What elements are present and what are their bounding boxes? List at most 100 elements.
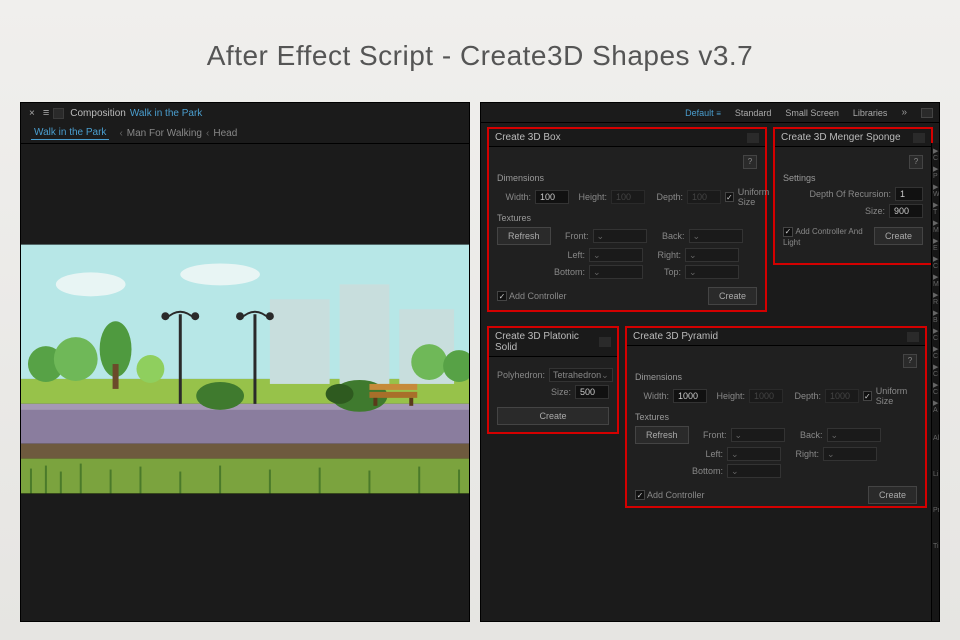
back-dropdown[interactable] <box>827 428 881 442</box>
breadcrumb-item[interactable]: Walk in the Park <box>31 126 109 140</box>
collapsed-panel-tab[interactable]: ▶ E <box>932 233 939 251</box>
bottom-dropdown[interactable] <box>727 464 781 478</box>
help-button[interactable]: ? <box>743 155 757 169</box>
collapsed-panel-tab[interactable] <box>932 449 939 467</box>
bottom-label: Bottom: <box>551 267 585 277</box>
panel-menu-icon[interactable]: ≡ <box>43 107 49 119</box>
collapsed-panel-tab[interactable]: ▶ C <box>932 251 939 269</box>
composition-label: Composition <box>70 108 126 119</box>
help-button[interactable]: ? <box>909 155 923 169</box>
collapsed-panel-tab[interactable] <box>932 485 939 503</box>
uniform-size-checkbox[interactable] <box>725 192 734 202</box>
workspace-overflow-icon[interactable]: » <box>901 107 907 118</box>
right-label: Right: <box>785 449 819 459</box>
depth-input <box>825 389 859 403</box>
collapsed-panel-tab[interactable] <box>932 413 939 431</box>
size-label: Size: <box>865 206 885 216</box>
panel-menu-icon[interactable] <box>747 133 759 143</box>
script-panels: Default ≡ Standard Small Screen Librarie… <box>480 102 940 622</box>
composition-name[interactable]: Walk in the Park <box>130 108 202 119</box>
chevron-left-icon: ‹ <box>119 128 122 139</box>
composition-header: × ≡ Composition Walk in the Park <box>21 103 469 123</box>
back-dropdown[interactable] <box>689 229 743 243</box>
help-button[interactable]: ? <box>903 354 917 368</box>
panel-title: Create 3D Box <box>495 132 561 143</box>
top-dropdown[interactable] <box>685 265 739 279</box>
uniform-size-checkbox[interactable] <box>863 391 872 401</box>
collapsed-panel-tab[interactable]: ▶ R <box>932 287 939 305</box>
workspace-tab-libraries[interactable]: Libraries <box>853 108 888 118</box>
search-icon[interactable] <box>921 108 933 118</box>
collapsed-panel-tab[interactable]: ▶ P <box>932 161 939 179</box>
create-3d-menger-panel: Create 3D Menger Sponge ? Settings Depth… <box>773 127 933 265</box>
add-controller-checkbox[interactable] <box>497 291 507 301</box>
collapsed-panel-tab[interactable]: ▶ A <box>932 395 939 413</box>
left-dropdown[interactable] <box>727 447 781 461</box>
add-controller-checkbox[interactable] <box>635 490 645 500</box>
depth-label: Depth: <box>787 391 821 401</box>
height-label: Height: <box>573 192 607 202</box>
collapsed-panel-tab[interactable]: Ti <box>932 539 939 557</box>
right-dropdown[interactable] <box>685 248 739 262</box>
chevron-left-icon: ‹ <box>206 128 209 139</box>
right-dropdown[interactable] <box>823 447 877 461</box>
create-button[interactable]: Create <box>868 486 917 504</box>
front-dropdown[interactable] <box>593 229 647 243</box>
front-label: Front: <box>555 231 589 241</box>
workspace-tab-small[interactable]: Small Screen <box>785 108 839 118</box>
settings-label: Settings <box>783 173 923 183</box>
collapsed-panel-tab[interactable]: ▶ C <box>932 377 939 395</box>
height-input <box>611 190 645 204</box>
collapsed-panel-tab[interactable]: ▶ B <box>932 305 939 323</box>
collapsed-panel-tab[interactable]: Al <box>932 431 939 449</box>
collapsed-panel-tab[interactable]: ▶ M <box>932 215 939 233</box>
front-dropdown[interactable] <box>731 428 785 442</box>
close-icon[interactable]: × <box>29 108 35 119</box>
back-label: Back: <box>789 430 823 440</box>
workspace-bar: Default ≡ Standard Small Screen Librarie… <box>481 103 939 123</box>
width-input[interactable] <box>673 389 707 403</box>
layer-toggle-icon[interactable] <box>53 108 64 119</box>
collapsed-panel-tab[interactable]: ▶ M <box>932 269 939 287</box>
create-3d-platonic-panel: Create 3D Platonic Solid Polyhedron: Tet… <box>487 326 619 434</box>
left-dropdown[interactable] <box>589 248 643 262</box>
bottom-dropdown[interactable] <box>589 265 643 279</box>
add-controller-light-checkbox[interactable] <box>783 227 793 237</box>
collapsed-panels-strip: ▶ C▶ P▶ W▶ T▶ M▶ E▶ C▶ M▶ R▶ B▶ C▶ C▶ C▶… <box>931 143 939 621</box>
park-scene <box>21 244 469 494</box>
panel-title: Create 3D Platonic Solid <box>495 331 599 353</box>
depth-recursion-input[interactable] <box>895 187 923 201</box>
collapsed-panel-tab[interactable]: ▶ C <box>932 359 939 377</box>
panel-menu-icon[interactable] <box>907 332 919 342</box>
textures-label: Textures <box>635 412 917 422</box>
panel-menu-icon[interactable] <box>599 337 611 347</box>
breadcrumb-item[interactable]: Man For Walking <box>127 128 202 139</box>
width-input[interactable] <box>535 190 569 204</box>
collapsed-panel-tab[interactable]: ▶ C <box>932 143 939 161</box>
refresh-button[interactable]: Refresh <box>497 227 551 245</box>
size-input[interactable] <box>889 204 923 218</box>
collapsed-panel-tab[interactable]: Pr <box>932 503 939 521</box>
polyhedron-dropdown[interactable]: Tetrahedron <box>549 368 613 382</box>
collapsed-panel-tab[interactable]: Li <box>932 467 939 485</box>
workspace-tab-default[interactable]: Default ≡ <box>685 108 721 118</box>
panel-title: Create 3D Menger Sponge <box>781 132 901 143</box>
collapsed-panel-tab[interactable]: ▶ W <box>932 179 939 197</box>
collapsed-panel-tab[interactable]: ▶ C <box>932 341 939 359</box>
refresh-button[interactable]: Refresh <box>635 426 689 444</box>
add-controller-light-label: Add Controller And Light <box>783 227 863 247</box>
create-button[interactable]: Create <box>708 287 757 305</box>
composition-viewer[interactable] <box>21 244 469 494</box>
panel-menu-icon[interactable] <box>913 133 925 143</box>
workspace-tab-standard[interactable]: Standard <box>735 108 772 118</box>
collapsed-panel-tab[interactable] <box>932 521 939 539</box>
create-button[interactable]: Create <box>497 407 609 425</box>
size-input[interactable] <box>575 385 609 399</box>
polyhedron-label: Polyhedron: <box>497 370 545 380</box>
breadcrumb-item[interactable]: Head <box>213 128 237 139</box>
uniform-size-label: Uniform Size <box>738 187 770 207</box>
collapsed-panel-tab[interactable]: ▶ T <box>932 197 939 215</box>
textures-label: Textures <box>497 213 757 223</box>
create-button[interactable]: Create <box>874 227 923 245</box>
collapsed-panel-tab[interactable]: ▶ C <box>932 323 939 341</box>
